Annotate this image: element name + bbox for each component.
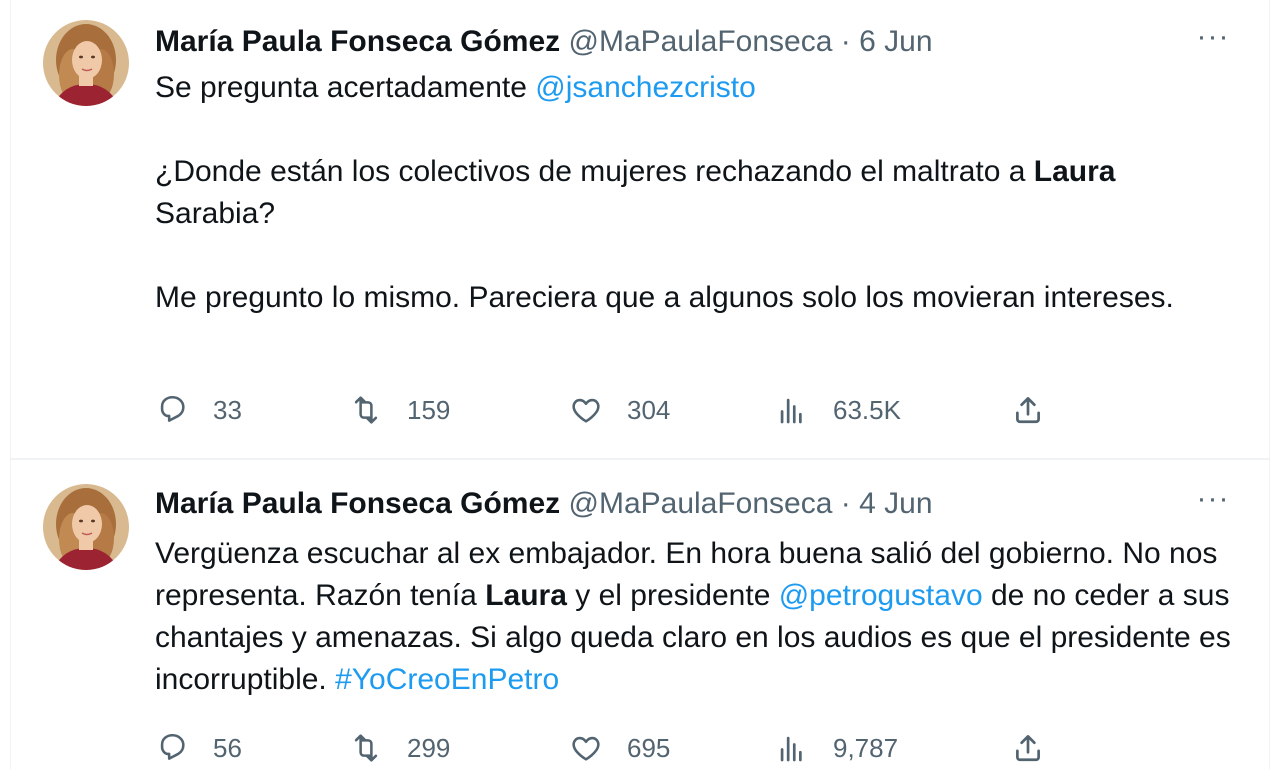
author-name[interactable]: María Paula Fonseca Gómez [155, 487, 560, 520]
mention-link[interactable]: @jsanchezcristo [535, 71, 756, 104]
separator-dot: · [840, 487, 851, 520]
tweet-text: Vergüenza escuchar al ex embajador. En h… [155, 533, 1235, 701]
retweet-icon [354, 396, 378, 424]
tweet-date[interactable]: 6 Jun [859, 25, 932, 58]
reply-count: 56 [213, 732, 242, 763]
text: Se pregunta acertadamente [155, 71, 536, 104]
paragraph: Vergüenza escuchar al ex embajador. En h… [155, 533, 1235, 701]
share-icon [1016, 397, 1040, 424]
separator-dot: · [840, 25, 851, 58]
reply-icon [160, 733, 185, 760]
hashtag-link[interactable]: #YoCreoEnPetro [335, 663, 559, 696]
more-icon[interactable]: ··· [1193, 22, 1233, 60]
paragraph: Me pregunto lo mismo. Pareciera que a al… [155, 281, 1174, 314]
views-button[interactable]: 63.5K [775, 390, 901, 430]
reply-count: 33 [213, 394, 242, 425]
share-button[interactable] [1011, 390, 1045, 430]
avatar[interactable] [43, 484, 129, 570]
like-count: 695 [627, 732, 671, 763]
retweet-count: 299 [407, 732, 451, 763]
avatar[interactable] [43, 20, 129, 106]
highlighted-word: Laura [485, 579, 567, 612]
views-icon [780, 398, 802, 424]
views-icon [780, 736, 802, 762]
retweet-count: 159 [407, 394, 451, 425]
views-button[interactable]: 9,787 [775, 728, 898, 768]
highlighted-word: Laura [1033, 155, 1116, 188]
view-count: 9,787 [833, 732, 899, 763]
tweet[interactable]: María Paula Fonseca Gómez @MaPaulaFonsec… [11, 460, 1269, 769]
paragraph: ¿Donde están los colectivos de mujeres r… [155, 151, 1235, 235]
like-icon [572, 736, 600, 761]
reply-button[interactable]: 56 [155, 728, 242, 768]
tweet-header: María Paula Fonseca Gómez @MaPaulaFonsec… [155, 24, 933, 60]
reply-icon [160, 395, 185, 422]
paragraph: Se pregunta acertadamente @jsanchezcrist… [155, 67, 1235, 109]
share-button[interactable] [1011, 728, 1045, 768]
view-count: 63.5K [833, 394, 901, 425]
author-name[interactable]: María Paula Fonseca Gómez [155, 25, 560, 58]
text: ¿Donde están los colectivos de mujeres r… [155, 155, 1034, 188]
retweet-button[interactable]: 299 [349, 728, 450, 768]
tweet-actions: 33 159 304 63.5K [155, 390, 1155, 430]
tweet-date[interactable]: 4 Jun [859, 487, 932, 520]
author-handle[interactable]: @MaPaulaFonseca [569, 487, 833, 520]
retweet-icon [354, 734, 378, 762]
retweet-button[interactable]: 159 [349, 390, 450, 430]
like-count: 304 [627, 394, 671, 425]
text: Sarabia? [155, 197, 276, 230]
text: y el presidente [566, 579, 779, 612]
mention-link[interactable]: @petrogustavo [779, 579, 983, 612]
more-icon[interactable]: ··· [1193, 484, 1233, 522]
author-handle[interactable]: @MaPaulaFonseca [569, 25, 833, 58]
tweet-header: María Paula Fonseca Gómez @MaPaulaFonsec… [155, 486, 933, 522]
like-button[interactable]: 304 [569, 390, 670, 430]
tweet-text: Se pregunta acertadamente @jsanchezcrist… [155, 67, 1235, 319]
like-icon [572, 398, 600, 423]
tweet[interactable]: María Paula Fonseca Gómez @MaPaulaFonsec… [11, 0, 1269, 460]
reply-button[interactable]: 33 [155, 390, 242, 430]
tweet-actions: 56 299 695 9,787 [155, 728, 1155, 768]
like-button[interactable]: 695 [569, 728, 670, 768]
timeline: María Paula Fonseca Gómez @MaPaulaFonsec… [10, 0, 1270, 769]
share-icon [1016, 735, 1040, 762]
